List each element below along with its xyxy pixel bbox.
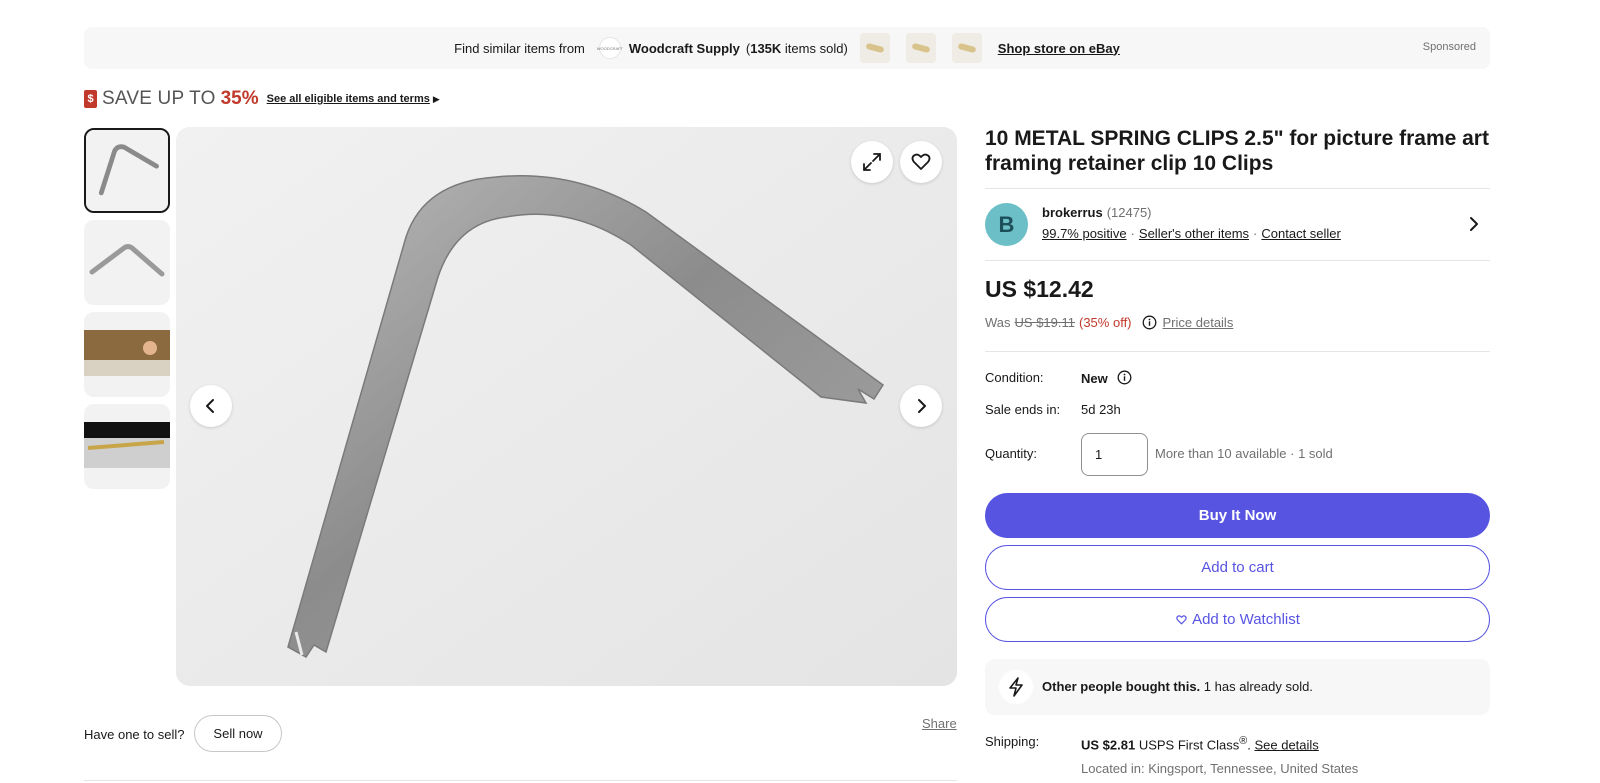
add-to-watchlist-button[interactable]: Add to Watchlist bbox=[985, 597, 1490, 642]
condition-value: New bbox=[1081, 371, 1108, 386]
contact-seller-link[interactable]: Contact seller bbox=[1261, 226, 1340, 241]
heart-icon bbox=[911, 153, 931, 170]
divider bbox=[84, 780, 957, 781]
seller-name-row[interactable]: brokerrus (12475) bbox=[1042, 205, 1152, 220]
chevron-left-icon bbox=[206, 399, 214, 413]
shop-store-link[interactable]: Shop store on eBay bbox=[998, 41, 1120, 56]
was-price-row: Was US $19.11 (35% off) Price details bbox=[985, 315, 1233, 330]
quantity-input[interactable]: 1 bbox=[1081, 433, 1148, 476]
shipping-value: US $2.81 USPS First Class®. See details bbox=[1081, 735, 1319, 752]
gallery-thumbnail-1[interactable] bbox=[84, 128, 170, 213]
heart-icon bbox=[1176, 614, 1187, 624]
add-to-cart-button[interactable]: Add to cart bbox=[985, 545, 1490, 590]
save-promo: $ SAVE UP TO 35% See all eligible items … bbox=[84, 88, 440, 110]
lightning-icon bbox=[999, 670, 1033, 704]
gallery-thumbnail-4[interactable] bbox=[84, 404, 170, 489]
sale-tag-icon: $ bbox=[84, 90, 97, 108]
divider bbox=[985, 188, 1490, 189]
separator-dot: · bbox=[1253, 226, 1258, 241]
seller-name[interactable]: brokerrus bbox=[1042, 205, 1103, 220]
sale-ends-value: 5d 23h bbox=[1081, 402, 1121, 417]
store-logo[interactable]: WOODCRAFT bbox=[597, 37, 623, 59]
listing-title: 10 METAL SPRING CLIPS 2.5" for picture f… bbox=[985, 127, 1489, 175]
shipping-price: US $2.81 bbox=[1081, 737, 1136, 753]
sell-now-button[interactable]: Sell now bbox=[194, 715, 282, 752]
info-icon[interactable] bbox=[1142, 315, 1157, 330]
expand-icon bbox=[863, 153, 881, 171]
shipping-method: USPS First Class bbox=[1138, 737, 1240, 753]
frame-photo-thumbnail bbox=[84, 312, 170, 397]
previous-image-button[interactable] bbox=[190, 385, 232, 427]
store-item-thumbnail[interactable] bbox=[905, 33, 936, 63]
next-image-button[interactable] bbox=[900, 385, 942, 427]
have-one-to-sell-label: Have one to sell? bbox=[84, 727, 185, 742]
watchlist-label: Add to Watchlist bbox=[1192, 611, 1300, 628]
expand-image-button[interactable] bbox=[851, 141, 893, 183]
favorite-button[interactable] bbox=[900, 141, 942, 183]
seller-links: 99.7% positive · Seller's other items · Cont… bbox=[1042, 226, 1341, 241]
separator-dot: · bbox=[1130, 226, 1135, 241]
sponsored-store-banner[interactable]: Find similar items from WOODCRAFT Woodcr… bbox=[84, 27, 1490, 69]
spring-clip-image bbox=[176, 127, 957, 686]
current-price: US $12.42 bbox=[985, 276, 1094, 302]
store-item-thumbnail[interactable] bbox=[859, 33, 890, 63]
social-proof-rest: 1 has already sold. bbox=[1203, 679, 1313, 694]
find-similar-label: Find similar items from bbox=[454, 40, 585, 56]
shipping-label: Shipping: bbox=[985, 734, 1040, 749]
divider bbox=[985, 260, 1490, 261]
clip-thumbnail-image bbox=[84, 220, 170, 305]
store-sold-number: 135K bbox=[750, 40, 782, 56]
gallery-thumbnail-2[interactable] bbox=[84, 220, 170, 305]
save-percent: 35% bbox=[220, 88, 259, 109]
seller-other-items-link[interactable]: Seller's other items bbox=[1139, 226, 1249, 241]
was-label: Was bbox=[985, 315, 1011, 330]
sale-ends-label: Sale ends in: bbox=[985, 402, 1061, 417]
chevron-right-icon bbox=[918, 399, 926, 413]
info-icon[interactable] bbox=[1117, 370, 1132, 385]
social-proof-bold: Other people bought this. bbox=[1042, 679, 1201, 694]
arrow-right-icon: ▶ bbox=[432, 93, 440, 104]
condition-label: Condition: bbox=[985, 370, 1044, 385]
store-item-thumbnail[interactable] bbox=[951, 33, 982, 63]
seller-avatar[interactable]: B bbox=[985, 203, 1028, 246]
main-product-image[interactable] bbox=[176, 127, 957, 686]
shipping-details-link[interactable]: See details bbox=[1254, 737, 1318, 752]
store-sold-count: (135K items sold) bbox=[746, 41, 848, 56]
sponsored-label: Sponsored bbox=[1422, 41, 1476, 53]
price-details-link[interactable]: Price details bbox=[1163, 315, 1234, 330]
chevron-right-icon[interactable] bbox=[1466, 215, 1482, 233]
clip-thumbnail-image bbox=[86, 130, 168, 211]
item-location: Located in: Kingsport, Tennessee, United… bbox=[1081, 761, 1359, 776]
seller-positive-link[interactable]: 99.7% positive bbox=[1042, 226, 1127, 241]
original-price: US $19.11 bbox=[1014, 315, 1075, 330]
store-name[interactable]: Woodcraft Supply bbox=[629, 41, 740, 56]
save-text: SAVE UP TO bbox=[102, 88, 216, 109]
quantity-label: Quantity: bbox=[985, 446, 1038, 461]
gallery-thumbnail-3[interactable] bbox=[84, 312, 170, 397]
quantity-availability: More than 10 available · 1 sold bbox=[1155, 446, 1333, 461]
buy-it-now-button[interactable]: Buy It Now bbox=[985, 493, 1490, 538]
social-proof-banner: Other people bought this. 1 has already … bbox=[985, 659, 1490, 715]
seller-feedback-count: (12475) bbox=[1106, 205, 1152, 220]
discount-badge: (35% off) bbox=[1079, 315, 1132, 330]
divider bbox=[985, 351, 1490, 352]
shipping-separator: . bbox=[1247, 737, 1251, 753]
eligible-items-link[interactable]: See all eligible items and terms bbox=[267, 93, 430, 105]
store-sold-rest: items sold) bbox=[784, 40, 848, 56]
share-link[interactable]: Share bbox=[922, 716, 957, 731]
social-proof-text: Other people bought this. 1 has already … bbox=[1042, 679, 1313, 694]
frame-photo-thumbnail bbox=[84, 404, 170, 489]
